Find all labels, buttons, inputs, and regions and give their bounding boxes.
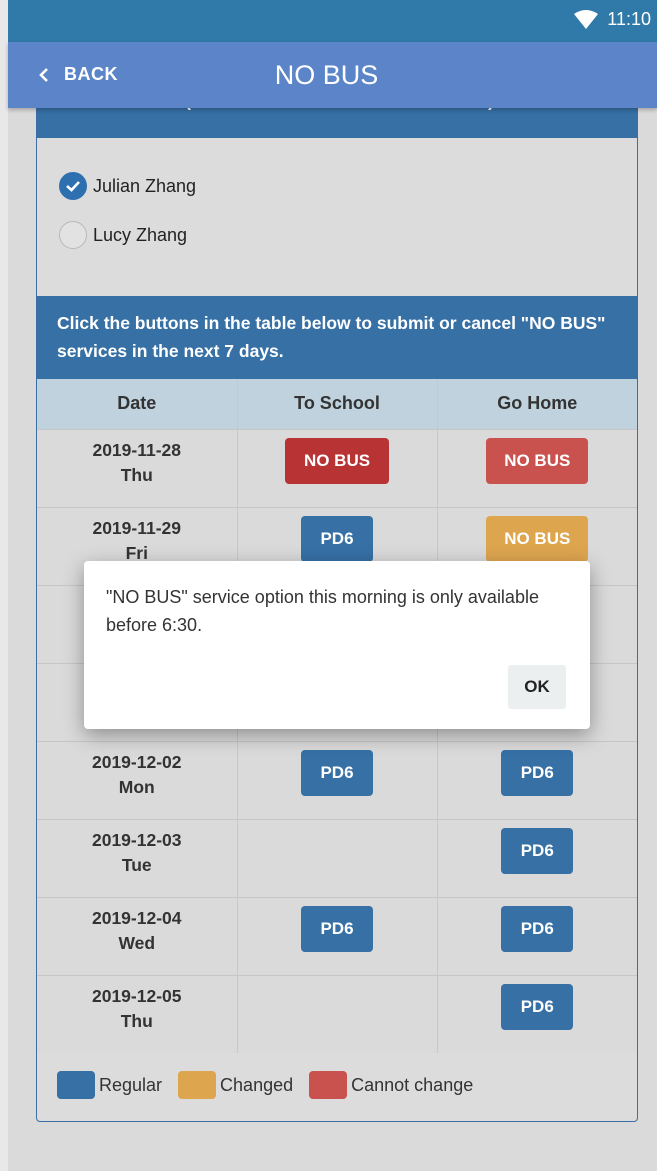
dialog-message: "NO BUS" service option this morning is … <box>106 587 539 635</box>
wifi-icon <box>574 9 599 29</box>
status-bar: 11:10 <box>0 0 657 42</box>
screen-edge <box>0 0 8 1171</box>
alert-dialog: "NO BUS" service option this morning is … <box>84 561 590 729</box>
status-time: 11:10 <box>607 9 651 29</box>
ok-button[interactable]: OK <box>508 665 566 709</box>
status-icons: 11:10 <box>573 9 651 30</box>
